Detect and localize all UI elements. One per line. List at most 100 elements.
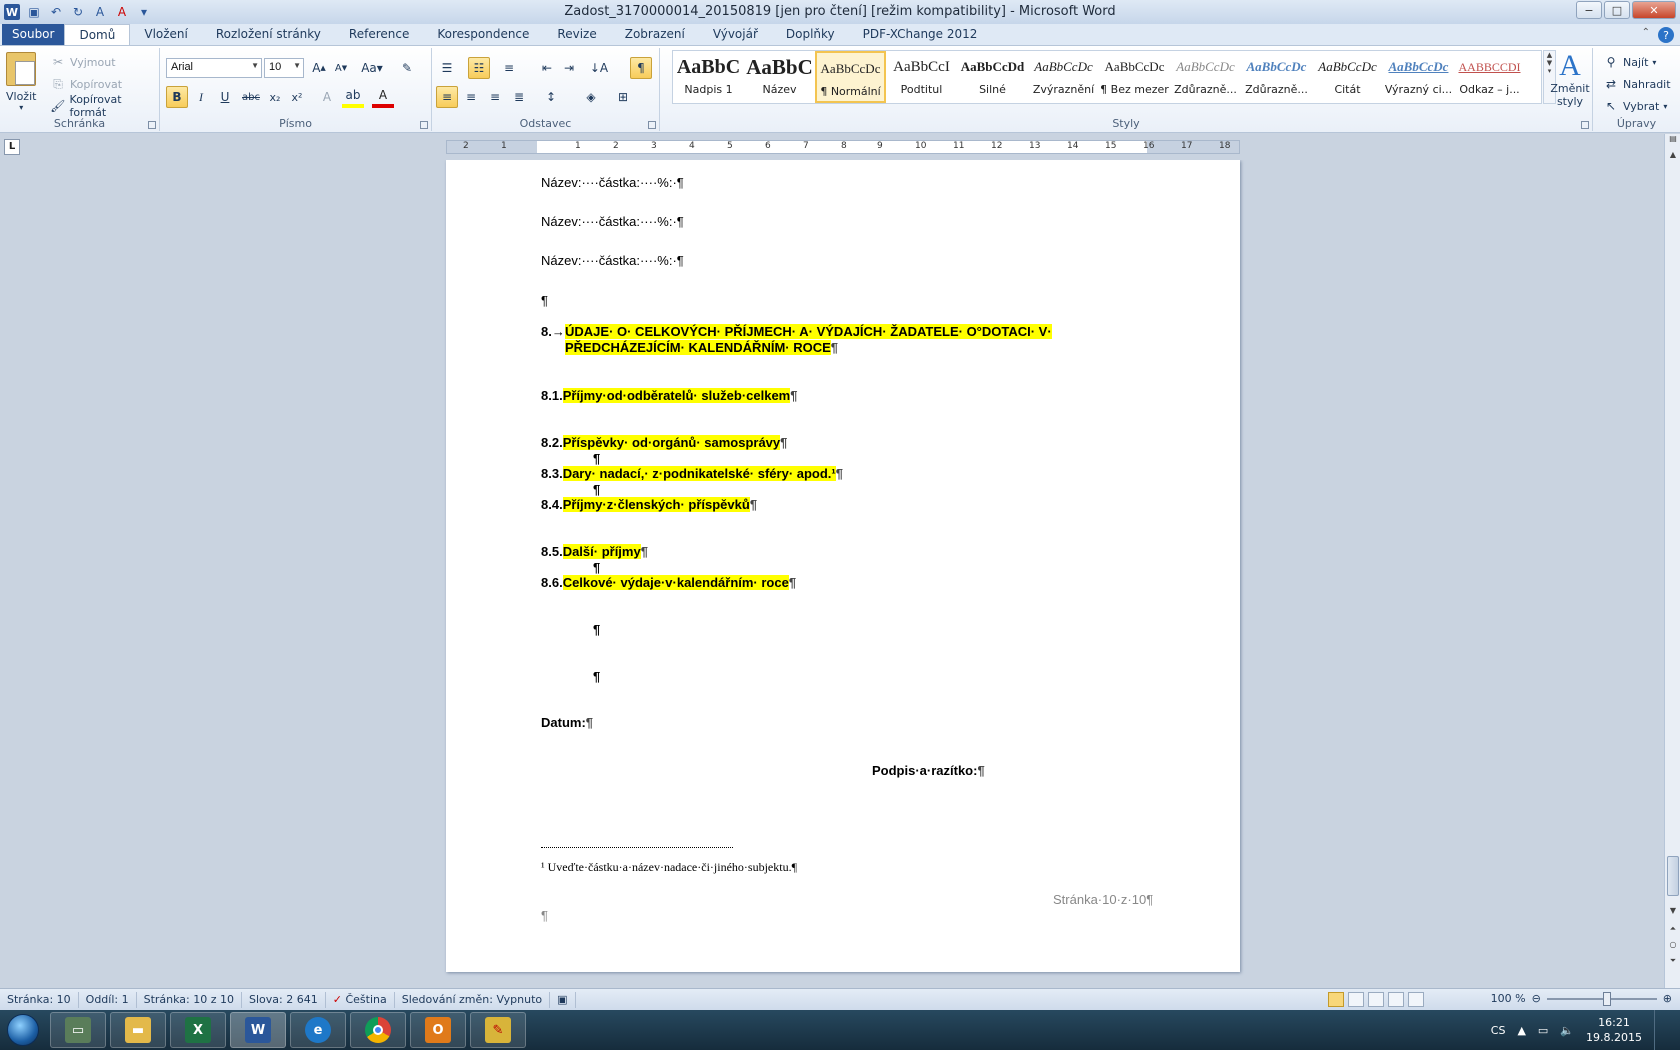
- style-subtitle[interactable]: AaBbCcI Podtitul: [886, 51, 957, 103]
- multilevel-list-icon[interactable]: ≡: [498, 57, 520, 79]
- taskbar-app-word[interactable]: W: [230, 1012, 286, 1048]
- font-a-icon[interactable]: A: [92, 4, 108, 20]
- tab-page-layout[interactable]: Rozložení stránky: [202, 24, 335, 45]
- zoom-in-icon[interactable]: ⊕: [1663, 992, 1672, 1005]
- style-no-spacing[interactable]: AaBbCcDc ¶ Bez mezer: [1099, 51, 1170, 103]
- align-center-icon[interactable]: ≡: [460, 86, 482, 108]
- highlight-color-icon[interactable]: ab: [342, 86, 364, 108]
- line-spacing-icon[interactable]: ↕: [540, 86, 562, 108]
- zoom-slider[interactable]: [1546, 991, 1657, 1006]
- tab-selector[interactable]: L: [4, 139, 20, 155]
- help-icon[interactable]: ?: [1658, 27, 1674, 43]
- clock[interactable]: 16:21 19.8.2015: [1586, 1015, 1642, 1045]
- status-page[interactable]: Stránka: 10: [0, 991, 79, 1008]
- cut-button[interactable]: ✂ Vyjmout: [50, 52, 116, 72]
- taskbar-app-chrome[interactable]: [350, 1012, 406, 1048]
- style-normal[interactable]: AaBbCcDc ¶ Normální: [815, 51, 886, 103]
- show-hidden-icons-icon[interactable]: ▲: [1517, 1024, 1525, 1037]
- volume-icon[interactable]: 🔈: [1560, 1024, 1574, 1037]
- shrink-font-icon[interactable]: A ▼: [330, 57, 352, 79]
- strikethrough-button[interactable]: abc: [240, 86, 262, 108]
- start-button[interactable]: [0, 1011, 46, 1049]
- language-indicator[interactable]: CS: [1491, 1024, 1506, 1037]
- status-section[interactable]: Oddíl: 1: [79, 991, 137, 1008]
- style-emphasis[interactable]: AaBbCcDc Zvýraznění: [1028, 51, 1099, 103]
- draft-icon[interactable]: [1408, 992, 1424, 1007]
- subscript-button[interactable]: x₂: [264, 86, 286, 108]
- italic-button[interactable]: I: [190, 86, 212, 108]
- word-app-icon[interactable]: W: [4, 4, 20, 20]
- font-name-combo[interactable]: Arial ▼: [166, 58, 262, 78]
- tab-review[interactable]: Revize: [543, 24, 610, 45]
- scroll-thumb[interactable]: [1667, 856, 1679, 896]
- shading-icon[interactable]: ◈: [580, 86, 602, 108]
- maximize-button[interactable]: □: [1604, 1, 1630, 19]
- view-ruler-icon[interactable]: ▤: [1665, 134, 1680, 148]
- borders-icon[interactable]: ⊞: [612, 86, 634, 108]
- format-painter-button[interactable]: 🖌 Kopírovat formát: [50, 93, 159, 119]
- dialog-launcher-icon[interactable]: [148, 121, 156, 129]
- tab-home[interactable]: Domů: [64, 24, 131, 45]
- horizontal-ruler[interactable]: 2 1 1 2 3 4 5 6 7 8 9 10 11 12 13 14 15 …: [446, 140, 1240, 154]
- grow-font-icon[interactable]: A ▲: [308, 57, 330, 79]
- network-icon[interactable]: ▭: [1538, 1024, 1548, 1037]
- superscript-button[interactable]: x²: [286, 86, 308, 108]
- status-page-of[interactable]: Stránka: 10 z 10: [137, 991, 243, 1008]
- font-color-icon[interactable]: A: [114, 4, 130, 20]
- redo-icon[interactable]: ↻: [70, 4, 86, 20]
- paste-button[interactable]: Vložit ▾: [6, 52, 36, 112]
- clear-formatting-icon[interactable]: ✎: [396, 57, 418, 79]
- find-button[interactable]: ⚲ Najít ▾: [1603, 52, 1657, 72]
- tab-addins[interactable]: Doplňky: [772, 24, 849, 45]
- style-subtle-reference[interactable]: AABBCCDI Odkaz – j...: [1454, 51, 1525, 103]
- show-formatting-marks-icon[interactable]: ¶: [630, 57, 652, 79]
- browse-object-icon[interactable]: ○: [1665, 940, 1680, 954]
- decrease-indent-icon[interactable]: ⇤: [536, 57, 558, 79]
- vertical-scrollbar[interactable]: ▤ ▲ ▼ ⏶ ○ ⏷: [1664, 134, 1680, 992]
- next-page-icon[interactable]: ⏷: [1665, 956, 1680, 970]
- justify-icon[interactable]: ≣: [508, 86, 530, 108]
- status-language[interactable]: ✓ Čeština: [326, 991, 395, 1008]
- taskbar-app-excel[interactable]: X: [170, 1012, 226, 1048]
- undo-icon[interactable]: ↶: [48, 4, 64, 20]
- web-layout-icon[interactable]: [1368, 992, 1384, 1007]
- style-heading-1[interactable]: AaBbC Nadpis 1: [673, 51, 744, 103]
- tab-references[interactable]: Reference: [335, 24, 423, 45]
- replace-button[interactable]: ⇄ Nahradit: [1603, 74, 1671, 94]
- style-intense-quote[interactable]: AaBbCcDc Výrazný ci...: [1383, 51, 1454, 103]
- show-desktop-button[interactable]: [1654, 1010, 1666, 1050]
- previous-page-icon[interactable]: ⏶: [1665, 924, 1680, 938]
- zoom-slider-knob[interactable]: [1602, 991, 1611, 1006]
- zoom-level[interactable]: 100 %: [1491, 992, 1526, 1005]
- taskbar-app-explorer[interactable]: ▭: [50, 1012, 106, 1048]
- taskbar-app-outlook[interactable]: O: [410, 1012, 466, 1048]
- minimize-ribbon-icon[interactable]: ⌃: [1642, 27, 1650, 43]
- status-words[interactable]: Slova: 2 641: [242, 991, 326, 1008]
- dialog-launcher-icon[interactable]: [420, 121, 428, 129]
- zoom-out-icon[interactable]: ⊖: [1532, 992, 1541, 1005]
- taskbar-app-internet-explorer[interactable]: e: [290, 1012, 346, 1048]
- copy-button[interactable]: ⎘ Kopírovat: [50, 74, 122, 94]
- status-track-changes[interactable]: Sledování změn: Vypnuto: [395, 991, 551, 1008]
- dialog-launcher-icon[interactable]: [1581, 121, 1589, 129]
- text-effects-icon[interactable]: A: [316, 86, 338, 108]
- taskbar-app-tool[interactable]: ✎: [470, 1012, 526, 1048]
- style-quote[interactable]: AaBbCcDc Citát: [1312, 51, 1383, 103]
- dialog-launcher-icon[interactable]: [648, 121, 656, 129]
- align-left-icon[interactable]: ≡: [436, 86, 458, 108]
- font-color-icon[interactable]: A: [372, 86, 394, 108]
- numbering-icon[interactable]: ☷: [468, 57, 490, 79]
- print-layout-icon[interactable]: [1328, 992, 1344, 1007]
- increase-indent-icon[interactable]: ⇥: [558, 57, 580, 79]
- taskbar-app-files[interactable]: ▬: [110, 1012, 166, 1048]
- scroll-up-icon[interactable]: ▲: [1665, 150, 1680, 164]
- full-screen-reading-icon[interactable]: [1348, 992, 1364, 1007]
- bold-button[interactable]: B: [166, 86, 188, 108]
- style-strong[interactable]: AaBbCcDd Silné: [957, 51, 1028, 103]
- document-page[interactable]: Název:····částka:····%:·¶ Název:····část…: [446, 160, 1240, 972]
- tab-developer[interactable]: Vývojář: [699, 24, 772, 45]
- save-icon[interactable]: ▣: [26, 4, 42, 20]
- tab-pdf-xchange[interactable]: PDF-XChange 2012: [849, 24, 992, 45]
- scroll-down-icon[interactable]: ▼: [1665, 906, 1680, 920]
- tab-file[interactable]: Soubor: [2, 24, 65, 45]
